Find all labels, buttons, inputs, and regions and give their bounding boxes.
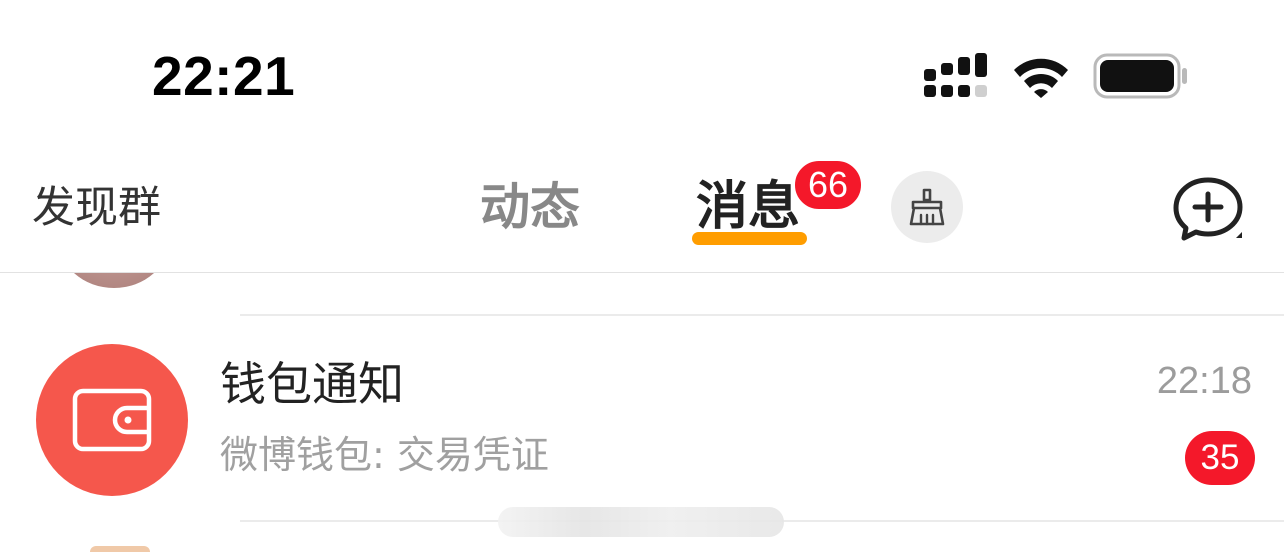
- status-time: 22:21: [152, 45, 296, 107]
- battery-icon: [1093, 53, 1187, 99]
- discover-group-link[interactable]: 发现群: [32, 181, 161, 235]
- avatar: [90, 546, 150, 552]
- tab-messages[interactable]: 消息: [696, 177, 800, 237]
- message-preview: 微博钱包: 交易凭证: [220, 433, 549, 477]
- list-item-wallet-notification[interactable]: 钱包通知 微博钱包: 交易凭证 22:18 35: [0, 316, 1284, 520]
- wallet-avatar: [36, 344, 188, 496]
- message-time: 22:18: [1156, 360, 1252, 402]
- broom-icon: [909, 188, 945, 226]
- signal-icon: [924, 53, 987, 97]
- active-tab-indicator: [692, 232, 807, 245]
- home-indicator[interactable]: [498, 507, 784, 537]
- tab-dynamic[interactable]: 动态: [480, 177, 580, 237]
- chat-plus-icon[interactable]: [1170, 174, 1246, 246]
- unread-count-badge: 35: [1185, 431, 1255, 485]
- nav-divider: [0, 272, 1284, 273]
- message-title: 钱包通知: [220, 357, 404, 411]
- messages-unread-badge: 66: [792, 158, 864, 212]
- wifi-icon: [1014, 58, 1068, 98]
- clear-unread-button[interactable]: [891, 171, 963, 243]
- wallet-icon: [72, 388, 152, 452]
